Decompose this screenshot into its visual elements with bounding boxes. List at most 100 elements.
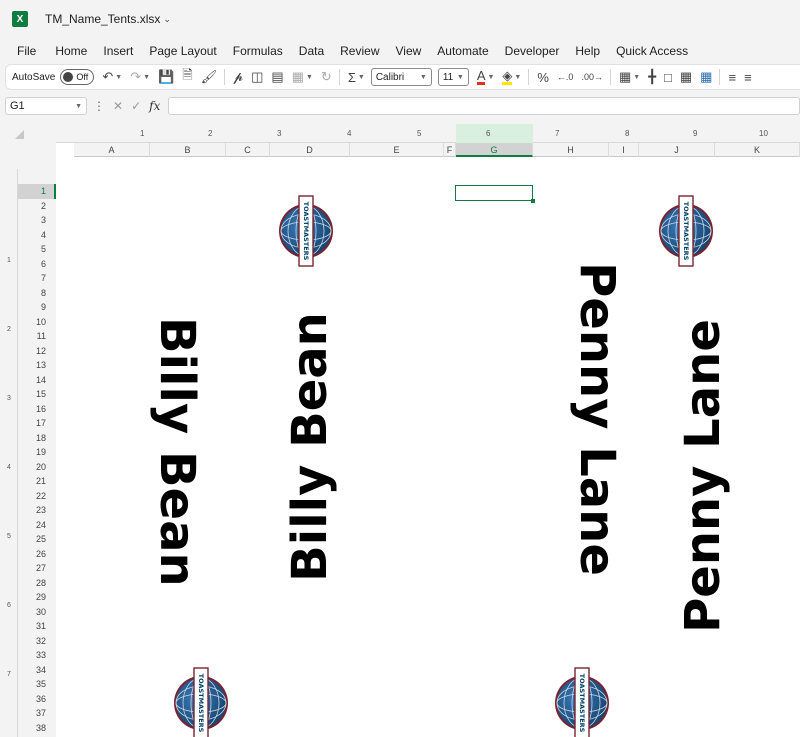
row-header[interactable]: 24 <box>18 518 56 533</box>
row-header[interactable]: 21 <box>18 474 56 489</box>
menu-home[interactable]: Home <box>47 44 95 58</box>
column-header[interactable]: K <box>715 143 800 157</box>
row-header[interactable]: 23 <box>18 503 56 518</box>
more-options-icon[interactable]: ⋮ <box>93 99 105 113</box>
font-name-select[interactable]: Calibri ▼ <box>370 68 432 86</box>
row-header[interactable]: 2 <box>18 199 56 214</box>
enter-icon[interactable]: ✓ <box>131 99 141 113</box>
column-header[interactable]: J <box>639 143 715 157</box>
percent-style-button[interactable]: % <box>537 67 549 87</box>
selected-cell-g1[interactable] <box>455 185 535 203</box>
merge-icon[interactable]: ▦ ▼ <box>292 67 313 87</box>
row-header[interactable]: 8 <box>18 286 56 301</box>
name-box[interactable]: G1 ▼ <box>5 97 87 115</box>
menu-automate[interactable]: Automate <box>429 44 496 58</box>
column-header[interactable]: H <box>533 143 609 157</box>
clear-format-icon[interactable]: 𝓹 <box>233 67 243 87</box>
row-header[interactable]: 19 <box>18 445 56 460</box>
name-tent-text-penny[interactable]: Penny Lane <box>673 314 733 638</box>
row-header[interactable]: 25 <box>18 532 56 547</box>
inner-borders-icon[interactable]: ╋ <box>648 67 656 87</box>
row-header[interactable]: 29 <box>18 590 56 605</box>
row-header[interactable]: 38 <box>18 721 56 736</box>
row-header[interactable]: 7 <box>18 271 56 286</box>
menu-formulas[interactable]: Formulas <box>225 44 291 58</box>
column-header[interactable]: D <box>270 143 350 157</box>
row-header[interactable]: 3 <box>18 213 56 228</box>
row-header[interactable]: 20 <box>18 460 56 475</box>
row-header[interactable]: 35 <box>18 677 56 692</box>
row-header[interactable]: 26 <box>18 547 56 562</box>
row-header[interactable]: 13 <box>18 358 56 373</box>
menu-insert[interactable]: Insert <box>95 44 141 58</box>
row-header[interactable]: 31 <box>18 619 56 634</box>
row-header[interactable]: 6 <box>18 257 56 272</box>
name-tent-text-billy-upside[interactable]: Billy Bean <box>147 317 207 587</box>
menu-file[interactable]: File <box>0 44 47 58</box>
redo-icon[interactable]: ↷ ▼ <box>130 67 150 87</box>
insert-function-button[interactable]: fx <box>149 99 160 113</box>
row-header[interactable]: 33 <box>18 648 56 663</box>
align-left-icon[interactable]: ≡ <box>728 67 736 87</box>
select-all-icon[interactable] <box>15 130 24 139</box>
formula-input[interactable] <box>168 97 800 115</box>
row-header[interactable]: 34 <box>18 663 56 678</box>
row-header[interactable]: 27 <box>18 561 56 576</box>
row-header[interactable]: 10 <box>18 315 56 330</box>
autosum-icon[interactable]: Σ ▼ <box>348 67 365 87</box>
row-header[interactable]: 32 <box>18 634 56 649</box>
save-icon[interactable]: 💾 <box>158 67 174 87</box>
row-header[interactable]: 9 <box>18 300 56 315</box>
insert-cells-icon[interactable]: ◫ <box>251 67 263 87</box>
font-color-icon[interactable]: A ▼ <box>476 67 494 87</box>
name-tent-text-penny-upside[interactable]: Penny Lane <box>567 257 627 581</box>
column-header[interactable]: F <box>444 143 456 157</box>
row-header[interactable]: 5 <box>18 242 56 257</box>
row-icon[interactable]: ▤ <box>271 67 283 87</box>
column-header[interactable]: C <box>226 143 270 157</box>
fill-color-icon[interactable]: ◈ ▼ <box>502 67 521 87</box>
menu-data[interactable]: Data <box>291 44 332 58</box>
row-header-selected[interactable]: 1 <box>18 184 56 199</box>
row-header[interactable]: 17 <box>18 416 56 431</box>
row-header[interactable]: 28 <box>18 576 56 591</box>
file-title[interactable]: TM_Name_Tents.xlsx <box>45 12 160 26</box>
row-header[interactable]: 12 <box>18 344 56 359</box>
row-header[interactable]: 22 <box>18 489 56 504</box>
menu-help[interactable]: Help <box>567 44 608 58</box>
row-header[interactable]: 37 <box>18 706 56 721</box>
font-size-select[interactable]: 11 ▼ <box>437 68 469 86</box>
menu-page-layout[interactable]: Page Layout <box>141 44 224 58</box>
select-all-corner[interactable] <box>0 124 56 169</box>
menu-view[interactable]: View <box>388 44 430 58</box>
column-header[interactable]: I <box>609 143 639 157</box>
chevron-down-icon[interactable]: ⌄ <box>163 14 171 25</box>
column-header-selected[interactable]: G <box>456 143 533 157</box>
name-tent-text-billy[interactable]: Billy Bean <box>280 309 340 585</box>
row-header[interactable]: 36 <box>18 692 56 707</box>
row-header[interactable]: 30 <box>18 605 56 620</box>
wrap-text-icon[interactable]: ↻ <box>321 67 332 87</box>
row-header[interactable]: 18 <box>18 431 56 446</box>
decrease-decimal-icon[interactable]: .00→ <box>581 67 603 87</box>
autosave-toggle[interactable]: Off <box>60 69 95 85</box>
row-header[interactable]: 14 <box>18 373 56 388</box>
menu-quick-access[interactable]: Quick Access <box>608 44 696 58</box>
increase-decimal-icon[interactable]: ←.0 <box>557 67 574 87</box>
align-center-icon[interactable]: ≡ <box>744 67 752 87</box>
format-painter-icon[interactable]: 🖌 <box>201 67 218 87</box>
all-borders-icon[interactable]: ▦ <box>680 67 692 87</box>
excel-icon[interactable]: X <box>12 11 28 27</box>
column-header[interactable]: A <box>74 143 150 157</box>
column-header[interactable]: E <box>350 143 444 157</box>
undo-icon[interactable]: ↶ ▼ <box>102 67 122 87</box>
cancel-icon[interactable]: ✕ <box>113 99 123 113</box>
row-header[interactable]: 11 <box>18 329 56 344</box>
row-header[interactable]: 4 <box>18 228 56 243</box>
table-icon[interactable]: ▦ <box>700 67 712 87</box>
print-preview-icon[interactable]: 🗎 <box>182 67 192 87</box>
outer-borders-icon[interactable]: □ <box>664 67 672 87</box>
menu-developer[interactable]: Developer <box>497 44 568 58</box>
row-header[interactable]: 15 <box>18 387 56 402</box>
borders-icon[interactable]: ▦ ▼ <box>619 67 640 87</box>
